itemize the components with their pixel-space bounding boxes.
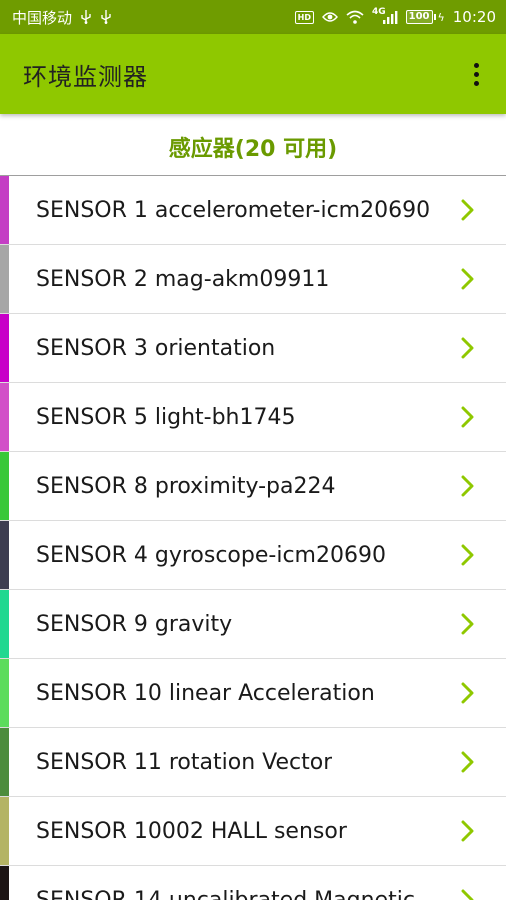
chevron-right-icon xyxy=(460,405,476,429)
sensor-list-item[interactable]: SENSOR 2 mag-akm09911 xyxy=(0,245,506,314)
sensor-list-item[interactable]: SENSOR 10002 HALL sensor xyxy=(0,797,506,866)
sensor-color-indicator xyxy=(0,452,9,520)
app-bar: 环境监测器 xyxy=(0,34,506,114)
sensor-list-item[interactable]: SENSOR 1 accelerometer-icm20690 xyxy=(0,176,506,245)
sensor-list: SENSOR 1 accelerometer-icm20690 SENSOR 2 … xyxy=(0,176,506,900)
section-header: 感应器(20 可用) xyxy=(0,114,506,176)
usb-icon xyxy=(80,10,92,24)
sensor-color-indicator xyxy=(0,728,9,796)
sensor-label: SENSOR 1 accelerometer-icm20690 xyxy=(36,197,431,223)
sensor-color-indicator xyxy=(0,797,9,865)
sensor-color-indicator xyxy=(0,176,9,244)
battery-icon: 100 ϟ xyxy=(405,10,445,24)
eye-icon xyxy=(322,11,338,23)
sensor-list-item[interactable]: SENSOR 4 gyroscope-icm20690 xyxy=(0,521,506,590)
chevron-right-icon xyxy=(460,612,476,636)
status-left: 中国移动 xyxy=(12,7,112,28)
sensor-label: SENSOR 4 gyroscope-icm20690 xyxy=(36,542,386,568)
signal-type: 4G xyxy=(371,7,386,17)
sensor-label: SENSOR 14 uncalibrated Magnetic xyxy=(36,887,415,900)
sensor-list-item[interactable]: SENSOR 10 linear Acceleration xyxy=(0,659,506,728)
status-bar: 中国移动 HD 4G 100 ϟ 10:20 xyxy=(0,0,506,34)
sensor-list-item[interactable]: SENSOR 5 light-bh1745 xyxy=(0,383,506,452)
overflow-menu-icon xyxy=(473,62,479,68)
sensor-color-indicator xyxy=(0,245,9,313)
sensor-list-item[interactable]: SENSOR 11 rotation Vector xyxy=(0,728,506,797)
sensor-color-indicator xyxy=(0,521,9,589)
sensor-count-title: 感应器(20 可用) xyxy=(168,136,338,162)
sensor-color-indicator xyxy=(0,659,9,727)
chevron-right-icon xyxy=(460,198,476,222)
sensor-color-indicator xyxy=(0,590,9,658)
app-screen: 中国移动 HD 4G 100 ϟ 10:20 环境监测器 感应器(20 可用) … xyxy=(0,0,506,900)
sensor-color-indicator xyxy=(0,866,9,900)
sensor-color-indicator xyxy=(0,314,9,382)
overflow-menu-icon xyxy=(473,80,479,86)
status-right: HD 4G 100 ϟ 10:20 xyxy=(294,7,496,26)
charging-icon: ϟ xyxy=(437,10,445,24)
sensor-label: SENSOR 5 light-bh1745 xyxy=(36,404,296,430)
sensor-label: SENSOR 10002 HALL sensor xyxy=(36,818,347,844)
chevron-right-icon xyxy=(460,819,476,843)
sensor-label: SENSOR 9 gravity xyxy=(36,611,233,637)
chevron-right-icon xyxy=(460,888,476,900)
sensor-list-item[interactable]: SENSOR 8 proximity-pa224 xyxy=(0,452,506,521)
signal-icon: 4G xyxy=(371,7,398,24)
sensor-label: SENSOR 10 linear Acceleration xyxy=(36,680,375,706)
status-time: 10:20 xyxy=(452,8,496,26)
sensor-label: SENSOR 8 proximity-pa224 xyxy=(36,473,336,499)
wifi-icon xyxy=(346,10,364,24)
battery-cap xyxy=(433,14,436,20)
sensor-list-item[interactable]: SENSOR 3 orientation xyxy=(0,314,506,383)
chevron-right-icon xyxy=(460,543,476,567)
sensor-list-item[interactable]: SENSOR 9 gravity xyxy=(0,590,506,659)
chevron-right-icon xyxy=(460,267,476,291)
sensor-label: SENSOR 3 orientation xyxy=(36,335,276,361)
sensor-label: SENSOR 2 mag-akm09911 xyxy=(36,266,330,292)
chevron-right-icon xyxy=(460,750,476,774)
carrier-name: 中国移动 xyxy=(12,8,73,27)
overflow-menu-icon xyxy=(473,71,479,77)
battery-level: 100 xyxy=(405,10,433,24)
hd-icon: HD xyxy=(294,10,314,24)
chevron-right-icon xyxy=(460,681,476,705)
chevron-right-icon xyxy=(460,474,476,498)
sensor-color-indicator xyxy=(0,383,9,451)
usb-icon xyxy=(100,10,112,24)
sensor-label: SENSOR 11 rotation Vector xyxy=(36,749,333,775)
app-title: 环境监测器 xyxy=(23,62,148,91)
overflow-menu-button[interactable] xyxy=(464,54,488,94)
sensor-list-item[interactable]: SENSOR 14 uncalibrated Magnetic xyxy=(0,866,506,900)
chevron-right-icon xyxy=(460,336,476,360)
